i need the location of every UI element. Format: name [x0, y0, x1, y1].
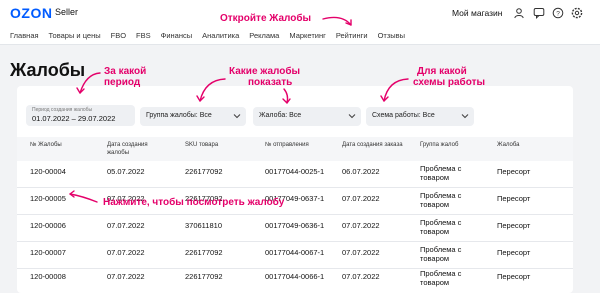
arrow-to-row — [69, 193, 98, 203]
annotation-arrows — [69, 16, 409, 203]
arrow-to-complaint-head — [282, 98, 291, 104]
